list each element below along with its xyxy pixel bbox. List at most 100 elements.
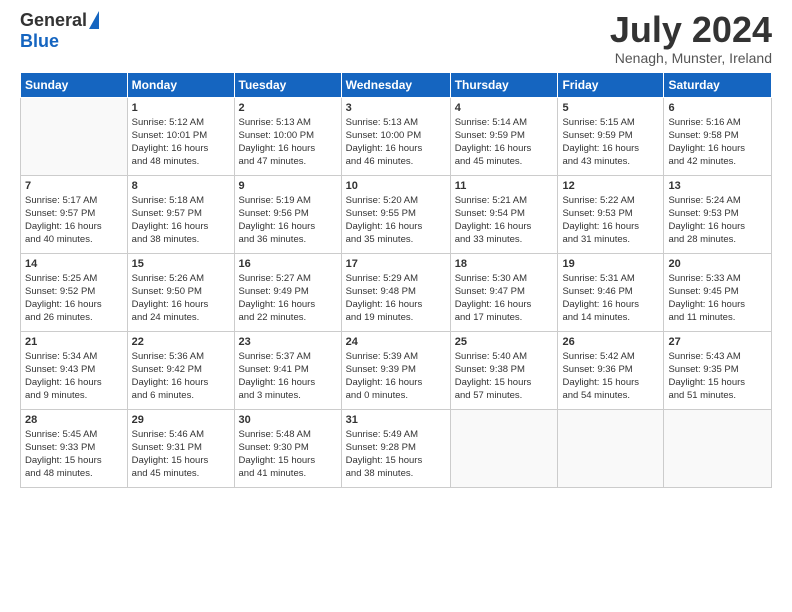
cell-content-line: Daylight: 15 hours (25, 455, 123, 468)
cell-content-line: Daylight: 16 hours (132, 221, 230, 234)
calendar-cell: 14Sunrise: 5:25 AMSunset: 9:52 PMDayligh… (21, 253, 128, 331)
calendar-cell (558, 409, 664, 487)
cell-content-line: and 40 minutes. (25, 234, 123, 247)
cell-content-line: and 19 minutes. (346, 312, 446, 325)
calendar-cell: 7Sunrise: 5:17 AMSunset: 9:57 PMDaylight… (21, 175, 128, 253)
cell-content-line: Sunrise: 5:29 AM (346, 273, 446, 286)
cell-content-line: and 9 minutes. (25, 390, 123, 403)
cell-content-line: Sunrise: 5:15 AM (562, 117, 659, 130)
cell-content-line: Daylight: 16 hours (239, 299, 337, 312)
calendar-cell: 19Sunrise: 5:31 AMSunset: 9:46 PMDayligh… (558, 253, 664, 331)
calendar-cell: 30Sunrise: 5:48 AMSunset: 9:30 PMDayligh… (234, 409, 341, 487)
cell-content-line: Daylight: 16 hours (346, 377, 446, 390)
day-number: 25 (455, 335, 554, 350)
calendar-cell: 6Sunrise: 5:16 AMSunset: 9:58 PMDaylight… (664, 97, 772, 175)
day-number: 6 (668, 101, 767, 116)
calendar-cell: 8Sunrise: 5:18 AMSunset: 9:57 PMDaylight… (127, 175, 234, 253)
cell-content-line: Daylight: 16 hours (132, 299, 230, 312)
day-number: 24 (346, 335, 446, 350)
cell-content-line: Daylight: 16 hours (455, 143, 554, 156)
calendar-cell: 17Sunrise: 5:29 AMSunset: 9:48 PMDayligh… (341, 253, 450, 331)
cell-content-line: Sunset: 9:59 PM (455, 130, 554, 143)
header-day: Monday (127, 72, 234, 97)
logo-triangle-icon (89, 11, 99, 29)
cell-content-line: and 28 minutes. (668, 234, 767, 247)
cell-content-line: Daylight: 16 hours (346, 221, 446, 234)
calendar-cell: 21Sunrise: 5:34 AMSunset: 9:43 PMDayligh… (21, 331, 128, 409)
cell-content-line: Sunset: 9:35 PM (668, 364, 767, 377)
cell-content-line: Sunrise: 5:48 AM (239, 429, 337, 442)
day-number: 11 (455, 179, 554, 194)
month-title: July 2024 (610, 10, 772, 50)
cell-content-line: and 47 minutes. (239, 156, 337, 169)
day-number: 12 (562, 179, 659, 194)
cell-content-line: Sunset: 9:53 PM (668, 208, 767, 221)
calendar-page: General Blue July 2024 Nenagh, Munster, … (0, 0, 792, 612)
calendar-cell: 28Sunrise: 5:45 AMSunset: 9:33 PMDayligh… (21, 409, 128, 487)
cell-content-line: Daylight: 16 hours (455, 299, 554, 312)
cell-content-line: Sunset: 9:33 PM (25, 442, 123, 455)
cell-content-line: Sunrise: 5:46 AM (132, 429, 230, 442)
cell-content-line: Sunrise: 5:18 AM (132, 195, 230, 208)
location: Nenagh, Munster, Ireland (610, 50, 772, 66)
cell-content-line: and 14 minutes. (562, 312, 659, 325)
cell-content-line: Sunset: 9:38 PM (455, 364, 554, 377)
cell-content-line: and 45 minutes. (132, 468, 230, 481)
cell-content-line: Sunrise: 5:14 AM (455, 117, 554, 130)
calendar-cell: 23Sunrise: 5:37 AMSunset: 9:41 PMDayligh… (234, 331, 341, 409)
cell-content-line: Sunset: 9:57 PM (25, 208, 123, 221)
day-number: 23 (239, 335, 337, 350)
cell-content-line: Daylight: 16 hours (668, 299, 767, 312)
title-area: July 2024 Nenagh, Munster, Ireland (610, 10, 772, 66)
day-number: 15 (132, 257, 230, 272)
calendar-cell: 3Sunrise: 5:13 AMSunset: 10:00 PMDayligh… (341, 97, 450, 175)
cell-content-line: and 38 minutes. (132, 234, 230, 247)
cell-content-line: Sunrise: 5:49 AM (346, 429, 446, 442)
cell-content-line: and 41 minutes. (239, 468, 337, 481)
cell-content-line: Sunset: 9:46 PM (562, 286, 659, 299)
calendar-cell (21, 97, 128, 175)
day-number: 26 (562, 335, 659, 350)
cell-content-line: Sunrise: 5:27 AM (239, 273, 337, 286)
cell-content-line: Sunrise: 5:30 AM (455, 273, 554, 286)
cell-content-line: Sunrise: 5:34 AM (25, 351, 123, 364)
calendar-cell: 27Sunrise: 5:43 AMSunset: 9:35 PMDayligh… (664, 331, 772, 409)
day-number: 10 (346, 179, 446, 194)
cell-content-line: Sunset: 9:31 PM (132, 442, 230, 455)
cell-content-line: Sunrise: 5:19 AM (239, 195, 337, 208)
cell-content-line: Sunrise: 5:33 AM (668, 273, 767, 286)
cell-content-line: Daylight: 16 hours (25, 377, 123, 390)
cell-content-line: Daylight: 16 hours (25, 299, 123, 312)
calendar-cell: 13Sunrise: 5:24 AMSunset: 9:53 PMDayligh… (664, 175, 772, 253)
day-number: 4 (455, 101, 554, 116)
day-number: 13 (668, 179, 767, 194)
cell-content-line: Sunset: 9:53 PM (562, 208, 659, 221)
header-day: Tuesday (234, 72, 341, 97)
header-day: Saturday (664, 72, 772, 97)
cell-content-line: Sunset: 9:49 PM (239, 286, 337, 299)
header-day: Wednesday (341, 72, 450, 97)
logo-general-text: General (20, 10, 87, 31)
cell-content-line: Daylight: 16 hours (562, 221, 659, 234)
cell-content-line: Sunset: 9:48 PM (346, 286, 446, 299)
day-number: 1 (132, 101, 230, 116)
cell-content-line: Sunset: 10:00 PM (346, 130, 446, 143)
calendar-cell: 1Sunrise: 5:12 AMSunset: 10:01 PMDayligh… (127, 97, 234, 175)
cell-content-line: Sunset: 9:42 PM (132, 364, 230, 377)
cell-content-line: and 17 minutes. (455, 312, 554, 325)
cell-content-line: and 38 minutes. (346, 468, 446, 481)
cell-content-line: Sunset: 9:52 PM (25, 286, 123, 299)
cell-content-line: Sunrise: 5:45 AM (25, 429, 123, 442)
cell-content-line: Sunset: 9:55 PM (346, 208, 446, 221)
cell-content-line: Sunset: 10:01 PM (132, 130, 230, 143)
cell-content-line: and 54 minutes. (562, 390, 659, 403)
cell-content-line: Sunrise: 5:37 AM (239, 351, 337, 364)
calendar-cell: 29Sunrise: 5:46 AMSunset: 9:31 PMDayligh… (127, 409, 234, 487)
calendar-week-row: 28Sunrise: 5:45 AMSunset: 9:33 PMDayligh… (21, 409, 772, 487)
cell-content-line: Sunrise: 5:22 AM (562, 195, 659, 208)
cell-content-line: Sunset: 9:28 PM (346, 442, 446, 455)
calendar-cell: 11Sunrise: 5:21 AMSunset: 9:54 PMDayligh… (450, 175, 558, 253)
calendar-cell: 2Sunrise: 5:13 AMSunset: 10:00 PMDayligh… (234, 97, 341, 175)
cell-content-line: Sunrise: 5:13 AM (239, 117, 337, 130)
calendar-cell: 24Sunrise: 5:39 AMSunset: 9:39 PMDayligh… (341, 331, 450, 409)
